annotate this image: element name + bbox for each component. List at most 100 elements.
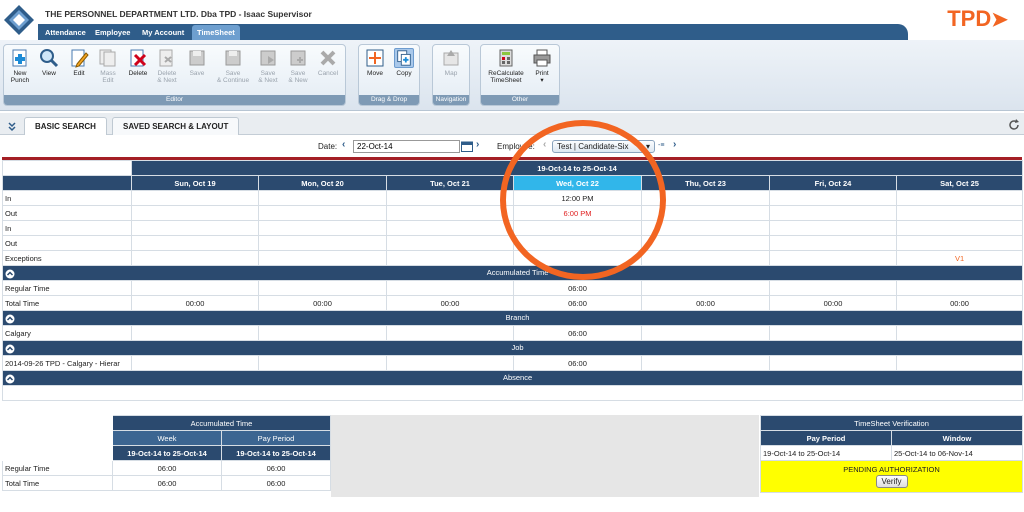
day-cell[interactable]: 00:00 xyxy=(641,295,770,311)
collapse-icon[interactable] xyxy=(6,120,18,132)
day-cell[interactable] xyxy=(258,205,387,221)
day-cell[interactable] xyxy=(769,280,897,296)
save-button[interactable]: Save xyxy=(183,48,211,77)
day-cell[interactable] xyxy=(895,220,1024,236)
day-cell[interactable] xyxy=(769,220,897,236)
day-cell[interactable] xyxy=(895,280,1024,296)
day-cell[interactable] xyxy=(131,325,259,341)
day-cell[interactable] xyxy=(131,205,259,221)
day-cell[interactable]: 06:00 xyxy=(513,355,642,371)
day-cell[interactable] xyxy=(769,250,897,266)
day-cell[interactable] xyxy=(258,190,387,206)
day-cell[interactable] xyxy=(258,235,387,251)
collapse-section-icon[interactable] xyxy=(5,344,15,354)
day-cell[interactable] xyxy=(386,250,514,266)
day-cell[interactable] xyxy=(386,355,514,371)
day-cell[interactable] xyxy=(131,280,259,296)
refresh-icon[interactable] xyxy=(1008,119,1020,131)
cancel-button[interactable]: Cancel xyxy=(314,48,342,77)
day-cell[interactable]: 00:00 xyxy=(258,295,387,311)
calendar-icon[interactable] xyxy=(461,141,473,152)
new-punch-button[interactable]: New Punch xyxy=(6,48,34,84)
verification-status-cell: PENDING AUTHORIZATION Verify xyxy=(759,460,1024,493)
day-cell[interactable]: 06:00 xyxy=(513,295,642,311)
collapse-section-icon[interactable] xyxy=(5,374,15,384)
day-cell[interactable]: 00:00 xyxy=(895,295,1024,311)
employee-next-icon[interactable]: › xyxy=(673,139,676,150)
section-branch[interactable]: Branch xyxy=(1,310,1024,326)
collapse-section-icon[interactable] xyxy=(5,269,15,279)
save-new-button[interactable]: Save & New xyxy=(284,48,312,84)
view-button[interactable]: View xyxy=(35,48,63,77)
day-cell[interactable] xyxy=(641,325,770,341)
verify-button[interactable]: Verify xyxy=(875,475,908,488)
delete-next-button[interactable]: Delete & Next xyxy=(153,48,181,84)
day-cell[interactable] xyxy=(258,325,387,341)
day-cell[interactable] xyxy=(641,250,770,266)
day-cell[interactable]: V1 xyxy=(895,250,1024,266)
day-cell[interactable] xyxy=(769,235,897,251)
day-cell[interactable] xyxy=(131,235,259,251)
day-header[interactable]: Fri, Oct 24 xyxy=(769,175,897,191)
day-cell[interactable] xyxy=(641,355,770,371)
day-cell[interactable] xyxy=(386,205,514,221)
day-cell[interactable]: 00:00 xyxy=(131,295,259,311)
day-cell[interactable] xyxy=(386,190,514,206)
day-cell[interactable] xyxy=(386,235,514,251)
employee-options-icon[interactable]: -≡ xyxy=(658,142,664,149)
delete-button[interactable]: Delete xyxy=(124,48,152,77)
edit-button[interactable]: Edit xyxy=(65,48,93,77)
day-cell[interactable] xyxy=(386,220,514,236)
day-cell[interactable] xyxy=(131,220,259,236)
collapse-section-icon[interactable] xyxy=(5,314,15,324)
print-button[interactable]: Print ▾ xyxy=(528,48,556,84)
day-header[interactable]: Sun, Oct 19 xyxy=(131,175,259,191)
day-cell[interactable] xyxy=(131,355,259,371)
nav-attendance[interactable]: Attendance xyxy=(40,25,91,40)
mass-edit-button[interactable]: Mass Edit xyxy=(94,48,122,84)
tab-basic-search[interactable]: BASIC SEARCH xyxy=(24,117,107,135)
day-cell[interactable] xyxy=(769,325,897,341)
day-cell[interactable] xyxy=(895,325,1024,341)
section-accumulated-time[interactable]: Accumulated Time xyxy=(1,265,1024,281)
day-cell[interactable] xyxy=(258,280,387,296)
save-next-button[interactable]: Save & Next xyxy=(254,48,282,84)
nav-employee[interactable]: Employee xyxy=(90,25,135,40)
day-cell[interactable] xyxy=(258,220,387,236)
map-button[interactable]: Map xyxy=(437,48,465,77)
day-header[interactable]: Mon, Oct 20 xyxy=(258,175,387,191)
day-cell[interactable] xyxy=(895,355,1024,371)
day-cell[interactable] xyxy=(769,355,897,371)
day-cell[interactable]: 06:00 xyxy=(513,280,642,296)
copy-button[interactable]: Copy xyxy=(390,48,418,77)
day-cell[interactable] xyxy=(895,205,1024,221)
day-cell[interactable] xyxy=(641,235,770,251)
day-cell[interactable] xyxy=(258,250,387,266)
section-job[interactable]: Job xyxy=(1,340,1024,356)
day-cell[interactable] xyxy=(769,205,897,221)
day-header[interactable]: Tue, Oct 21 xyxy=(386,175,514,191)
move-button[interactable]: Move xyxy=(361,48,389,77)
day-header[interactable]: Sat, Oct 25 xyxy=(895,175,1024,191)
day-cell[interactable] xyxy=(895,190,1024,206)
date-prev-icon[interactable]: ‹ xyxy=(342,139,345,150)
day-cell[interactable] xyxy=(895,235,1024,251)
day-cell[interactable] xyxy=(386,280,514,296)
day-cell[interactable]: 00:00 xyxy=(386,295,514,311)
section-absence[interactable]: Absence xyxy=(1,370,1024,386)
day-cell[interactable] xyxy=(131,250,259,266)
day-cell[interactable]: 06:00 xyxy=(513,325,642,341)
day-cell[interactable]: 00:00 xyxy=(769,295,897,311)
day-cell[interactable] xyxy=(641,280,770,296)
save-continue-button[interactable]: Save & Continue xyxy=(216,48,250,84)
nav-my-account[interactable]: My Account xyxy=(137,25,189,40)
day-cell[interactable] xyxy=(386,325,514,341)
nav-timesheet[interactable]: TimeSheet xyxy=(192,25,240,40)
tab-saved-search[interactable]: SAVED SEARCH & LAYOUT xyxy=(112,117,240,135)
day-cell[interactable] xyxy=(769,190,897,206)
recalculate-button[interactable]: ReCalculate TimeSheet xyxy=(486,48,526,84)
day-cell[interactable] xyxy=(131,190,259,206)
day-cell[interactable] xyxy=(258,355,387,371)
date-next-icon[interactable]: › xyxy=(476,139,479,150)
date-input[interactable] xyxy=(353,140,460,153)
